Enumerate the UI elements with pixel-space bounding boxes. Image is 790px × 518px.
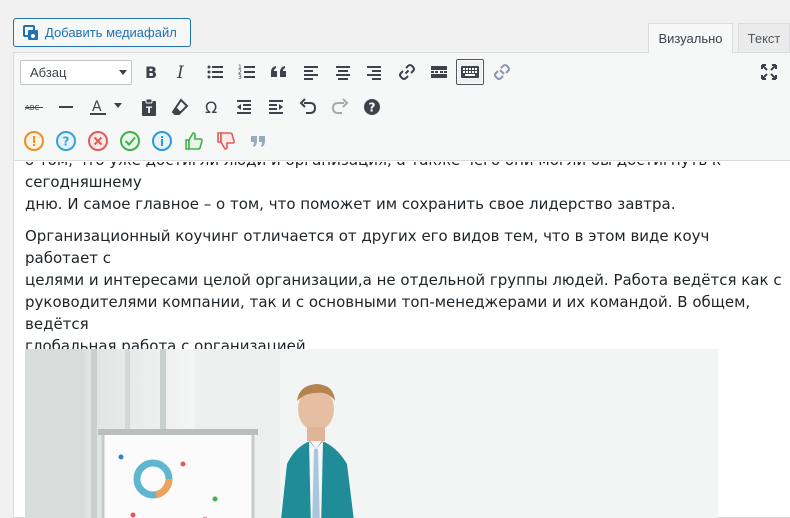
paragraph-2-line-1: Организационный коучинг отличается от др… <box>25 227 710 267</box>
paste-as-text-icon: T <box>142 98 156 116</box>
strikethrough-icon: ABC <box>25 104 43 112</box>
svg-text:3: 3 <box>238 74 242 81</box>
outdent-button[interactable] <box>230 94 258 120</box>
eraser-icon <box>171 98 189 115</box>
paragraph-2: Организационный коучинг отличается от др… <box>25 225 785 357</box>
paragraph-1-line-2: дню. И самое главное – о том, что поможе… <box>25 195 676 213</box>
thumbs-up-shortcode-button[interactable] <box>180 128 208 154</box>
info-shortcode-button[interactable] <box>148 128 176 154</box>
undo-icon <box>299 98 317 114</box>
svg-text:I: I <box>176 63 184 82</box>
horizontal-line-icon <box>59 106 73 108</box>
help-shortcode-button[interactable]: ? <box>52 128 80 154</box>
quote-shortcode-button[interactable] <box>244 128 272 154</box>
svg-text:B: B <box>145 63 157 82</box>
text-color-button[interactable]: A <box>84 94 112 120</box>
success-shortcode-button[interactable] <box>116 128 144 154</box>
paste-as-text-button[interactable]: T <box>135 94 163 120</box>
chevron-down-icon <box>119 70 127 75</box>
svg-text:?: ? <box>369 101 376 115</box>
editor-header: Добавить медиафайл Визуально Текст <box>0 0 790 53</box>
tab-text[interactable]: Текст <box>738 23 790 53</box>
toolbar-row-2: ABC A T <box>14 90 790 124</box>
bold-icon: B <box>145 63 157 82</box>
svg-text:A: A <box>92 99 102 115</box>
inline-photo[interactable] <box>25 349 718 518</box>
alert-icon <box>24 131 44 151</box>
fullscreen-button[interactable] <box>755 59 783 85</box>
omega-icon: Ω <box>205 98 217 117</box>
paragraph-2-line-2: целями и интересами целой организации,а … <box>25 271 782 289</box>
clear-formatting-button[interactable] <box>166 94 194 120</box>
keyboard-icon <box>461 66 479 78</box>
italic-icon: I <box>176 63 184 82</box>
add-media-icon <box>23 24 38 40</box>
help-icon: ? <box>364 99 380 115</box>
tab-visual[interactable]: Визуально <box>648 23 733 53</box>
link-icon <box>399 64 415 80</box>
editor-toolbar: Абзац B I 1 2 3 A T Ω ? ? <box>14 53 790 161</box>
bulleted-list-icon <box>207 65 223 79</box>
bulleted-list-button[interactable] <box>201 59 229 85</box>
undo-button[interactable] <box>294 94 322 120</box>
editor-frame: Абзац B I 1 2 3 A T Ω ? ? сегодняшнему д… <box>13 52 790 518</box>
align-center-icon <box>336 66 350 80</box>
numbered-list-button[interactable]: 1 2 3 <box>233 59 261 85</box>
toolbar-toggle-button[interactable] <box>456 59 484 85</box>
add-media-button[interactable]: Добавить медиафайл <box>13 18 191 47</box>
link-button[interactable] <box>393 59 421 85</box>
error-icon <box>88 131 108 151</box>
paragraph-2-line-3: руководителями компании, так и с основны… <box>25 293 751 333</box>
indent-icon <box>269 100 283 114</box>
question-icon: ? <box>56 131 76 151</box>
format-select[interactable]: Абзац <box>20 60 132 85</box>
format-select-value: Абзац <box>30 65 67 80</box>
thumbs-down-shortcode-button[interactable] <box>212 128 240 154</box>
numbered-list-icon: 1 2 3 <box>238 64 255 81</box>
blockquote-icon <box>271 66 286 77</box>
svg-text:?: ? <box>63 135 70 149</box>
indent-button[interactable] <box>262 94 290 120</box>
success-icon <box>120 131 140 151</box>
special-character-button[interactable]: Ω <box>198 94 226 120</box>
read-more-icon <box>431 66 447 78</box>
svg-text:T: T <box>146 106 153 116</box>
toolbar-row-1: Абзац B I 1 2 3 <box>14 55 790 89</box>
align-left-icon <box>304 66 318 80</box>
thumbs-up-icon <box>185 132 203 150</box>
toolbar-row-3: ? <box>14 124 790 158</box>
quote-icon <box>251 136 265 147</box>
paragraph-1: о том, что уже достигли люди и организац… <box>25 162 785 215</box>
add-media-label: Добавить медиафайл <box>45 25 177 40</box>
horizontal-line-button[interactable] <box>52 94 80 120</box>
alert-shortcode-button[interactable] <box>20 128 48 154</box>
error-shortcode-button[interactable] <box>84 128 112 154</box>
text-color-icon: A <box>90 99 106 115</box>
outdent-icon <box>237 100 251 114</box>
strikethrough-button[interactable]: ABC <box>20 94 48 120</box>
text-color-dropdown-icon[interactable] <box>114 103 122 108</box>
fullscreen-icon <box>761 64 777 80</box>
bold-button[interactable]: B <box>137 59 165 85</box>
italic-button[interactable]: I <box>168 59 196 85</box>
blockquote-button[interactable] <box>265 59 293 85</box>
align-center-button[interactable] <box>329 59 357 85</box>
thumbs-down-icon <box>217 132 235 150</box>
keyboard-shortcuts-button[interactable]: ? <box>358 94 386 120</box>
presenter-photo-illustration <box>25 349 718 518</box>
redo-button[interactable] <box>326 94 354 120</box>
editor-content[interactable]: о том, что уже достигли люди и организац… <box>25 162 785 518</box>
align-right-icon <box>367 66 381 80</box>
paragraph-1-line-1: о том, что уже достигли люди и организац… <box>25 162 721 191</box>
align-left-button[interactable] <box>297 59 325 85</box>
align-right-button[interactable] <box>360 59 388 85</box>
redo-icon <box>331 98 349 114</box>
unlink-button[interactable] <box>488 59 516 85</box>
info-icon <box>152 131 172 151</box>
svg-text:Ω: Ω <box>205 98 217 117</box>
read-more-button[interactable] <box>425 59 453 85</box>
unlink-icon <box>494 64 510 80</box>
